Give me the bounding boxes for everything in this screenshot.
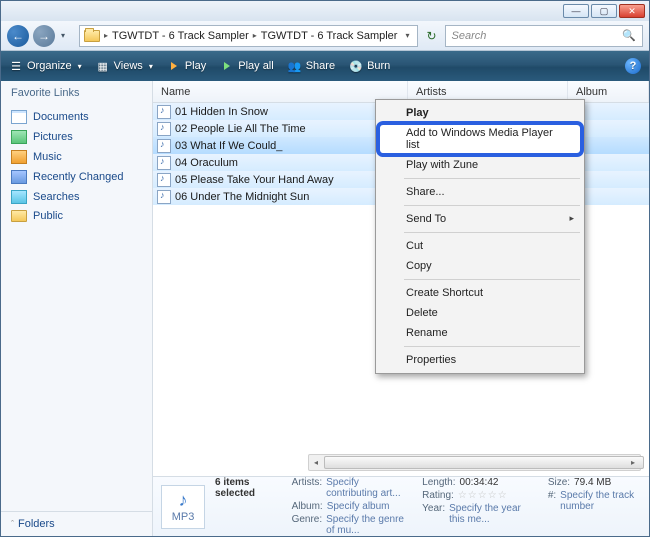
folder-icon bbox=[84, 30, 100, 42]
forward-button[interactable]: → bbox=[33, 25, 55, 47]
details-genre[interactable]: Specify the genre of mu... bbox=[326, 514, 404, 536]
selection-summary: 6 items selected bbox=[215, 477, 274, 499]
horizontal-scrollbar[interactable]: ◂ ▸ bbox=[308, 454, 641, 471]
back-button[interactable]: ← bbox=[7, 25, 29, 47]
sidebar-item-label: Recently Changed bbox=[33, 171, 124, 183]
share-button[interactable]: 👥 Share bbox=[288, 59, 335, 73]
breadcrumb-dropdown[interactable]: ▾ bbox=[401, 31, 413, 40]
menu-copy[interactable]: Copy bbox=[378, 256, 582, 276]
menu-rename[interactable]: Rename bbox=[378, 323, 582, 343]
play-all-button[interactable]: Play all bbox=[220, 59, 273, 73]
audio-file-icon bbox=[157, 139, 171, 153]
help-button[interactable]: ? bbox=[625, 58, 641, 74]
views-menu[interactable]: ▦ Views▾ bbox=[96, 59, 153, 73]
burn-button[interactable]: 💿 Burn bbox=[349, 59, 390, 73]
menu-send-to[interactable]: Send To bbox=[378, 209, 582, 229]
sidebar-item-recently-changed[interactable]: Recently Changed bbox=[1, 167, 152, 187]
share-icon: 👥 bbox=[288, 59, 302, 73]
sidebar-item-label: Public bbox=[33, 210, 63, 222]
mus-icon bbox=[11, 150, 27, 164]
views-icon: ▦ bbox=[96, 59, 110, 73]
sidebar-item-label: Documents bbox=[33, 111, 89, 123]
command-bar: ☰ Organize▾ ▦ Views▾ Play Play all 👥 Sha… bbox=[1, 51, 649, 81]
details-length: 00:34:42 bbox=[460, 477, 499, 488]
sidebar-item-label: Music bbox=[33, 151, 62, 163]
menu-add-to-wmp[interactable]: Add to Windows Media Player list bbox=[378, 123, 582, 155]
details-track[interactable]: Specify the track number bbox=[560, 490, 641, 512]
details-year[interactable]: Specify the year this me... bbox=[449, 503, 530, 525]
sidebar-item-public[interactable]: Public bbox=[1, 207, 152, 225]
file-name: 03 What If We Could_ bbox=[175, 140, 282, 152]
organize-icon: ☰ bbox=[9, 59, 23, 73]
maximize-button[interactable]: ▢ bbox=[591, 4, 617, 18]
details-rating[interactable]: ☆☆☆☆☆ bbox=[458, 490, 508, 501]
folders-toggle[interactable]: ˆ Folders bbox=[1, 511, 152, 536]
close-button[interactable]: ✕ bbox=[619, 4, 645, 18]
play-all-icon bbox=[220, 59, 234, 73]
play-icon bbox=[167, 59, 181, 73]
refresh-button[interactable]: ↻ bbox=[426, 29, 436, 43]
sidebar-item-label: Pictures bbox=[33, 131, 73, 143]
scroll-left[interactable]: ◂ bbox=[309, 455, 323, 470]
file-name: 06 Under The Midnight Sun bbox=[175, 191, 309, 203]
scroll-thumb[interactable] bbox=[324, 456, 644, 469]
breadcrumb-seg-0[interactable]: TGWTDT - 6 Track Sampler bbox=[108, 30, 253, 42]
file-name: 04 Oraculum bbox=[175, 157, 238, 169]
sidebar-item-documents[interactable]: Documents bbox=[1, 107, 152, 127]
sidebar-item-pictures[interactable]: Pictures bbox=[1, 127, 152, 147]
favorite-links-heading: Favorite Links bbox=[1, 81, 152, 105]
nav-bar: ← → ▾ ▸ TGWTDT - 6 Track Sampler ▸ TGWTD… bbox=[1, 21, 649, 51]
pub-icon bbox=[11, 210, 27, 222]
audio-file-icon bbox=[157, 156, 171, 170]
pic-icon bbox=[11, 130, 27, 144]
search-icon: 🔍 bbox=[622, 29, 636, 42]
audio-file-icon bbox=[157, 122, 171, 136]
window-buttons: — ▢ ✕ bbox=[563, 4, 645, 18]
sidebar-item-searches[interactable]: Searches bbox=[1, 187, 152, 207]
search-input[interactable]: Search 🔍 bbox=[445, 25, 643, 47]
column-name[interactable]: Name bbox=[153, 81, 408, 102]
audio-file-icon bbox=[157, 173, 171, 187]
details-artists[interactable]: Specify contributing art... bbox=[326, 477, 404, 499]
details-size: 79.4 MB bbox=[574, 477, 611, 488]
file-name: 02 People Lie All The Time bbox=[175, 123, 306, 135]
music-note-icon: ♪ bbox=[179, 490, 188, 511]
menu-create-shortcut[interactable]: Create Shortcut bbox=[378, 283, 582, 303]
title-bar: — ▢ ✕ bbox=[1, 1, 649, 21]
rec-icon bbox=[11, 170, 27, 184]
sea-icon bbox=[11, 190, 27, 204]
sidebar: Favorite Links Documents Pictures Music Rec… bbox=[1, 81, 153, 536]
minimize-button[interactable]: — bbox=[563, 4, 589, 18]
menu-play[interactable]: Play bbox=[378, 103, 582, 123]
scroll-right[interactable]: ▸ bbox=[626, 455, 640, 470]
file-name: 01 Hidden In Snow bbox=[175, 106, 268, 118]
context-menu: Play Add to Windows Media Player list Pl… bbox=[375, 99, 585, 374]
burn-icon: 💿 bbox=[349, 59, 363, 73]
details-album[interactable]: Specify album bbox=[327, 501, 390, 512]
doc-icon bbox=[11, 110, 27, 124]
search-placeholder: Search bbox=[452, 30, 487, 42]
organize-menu[interactable]: ☰ Organize▾ bbox=[9, 59, 82, 73]
file-name: 05 Please Take Your Hand Away bbox=[175, 174, 334, 186]
menu-share[interactable]: Share... bbox=[378, 182, 582, 202]
menu-play-zune[interactable]: Play with Zune bbox=[378, 155, 582, 175]
audio-file-icon bbox=[157, 190, 171, 204]
breadcrumb-bar[interactable]: ▸ TGWTDT - 6 Track Sampler ▸ TGWTDT - 6 … bbox=[79, 25, 418, 47]
menu-cut[interactable]: Cut bbox=[378, 236, 582, 256]
play-button[interactable]: Play bbox=[167, 59, 206, 73]
menu-delete[interactable]: Delete bbox=[378, 303, 582, 323]
breadcrumb-seg-1[interactable]: TGWTDT - 6 Track Sampler bbox=[257, 30, 402, 42]
details-pane: ♪ MP3 6 items selected Artists:Specify c… bbox=[153, 476, 649, 536]
details-thumbnail: ♪ MP3 bbox=[161, 485, 205, 529]
sidebar-item-label: Searches bbox=[33, 191, 79, 203]
sidebar-item-music[interactable]: Music bbox=[1, 147, 152, 167]
audio-file-icon bbox=[157, 105, 171, 119]
menu-properties[interactable]: Properties bbox=[378, 350, 582, 370]
explorer-window: — ▢ ✕ ← → ▾ ▸ TGWTDT - 6 Track Sampler ▸… bbox=[0, 0, 650, 537]
nav-history-dropdown[interactable]: ▾ bbox=[59, 31, 67, 40]
